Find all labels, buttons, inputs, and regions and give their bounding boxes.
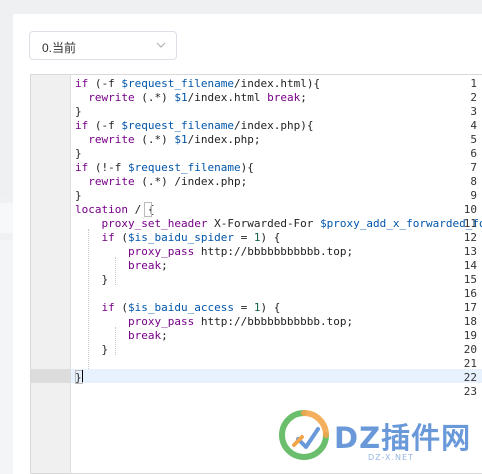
line-number: 7 xyxy=(470,161,477,174)
line-number-gutter xyxy=(31,75,71,473)
line-number: 18 xyxy=(463,315,477,328)
app-root: 0.当前 1 2 3 4 5 6 7 8 9 10 11 12 13 14 15 16 17 18 19 20 21 22… xyxy=(0,0,482,474)
code-line[interactable]: if (!-f $request_filename){ xyxy=(75,161,254,175)
code-line[interactable]: if (-f $request_filename/index.php){ xyxy=(75,119,313,133)
line-number: 14 xyxy=(463,259,477,272)
code-line[interactable]: } xyxy=(75,273,108,287)
line-number: 6 xyxy=(470,147,477,160)
active-line-highlight xyxy=(71,369,482,383)
code-line[interactable]: rewrite (.*) $1/index.php; xyxy=(75,133,260,147)
indent-guide xyxy=(115,327,116,355)
line-number: 13 xyxy=(463,245,477,258)
code-line[interactable]: proxy_set_header X-Forwarded-For $proxy_… xyxy=(75,217,482,231)
code-line[interactable]: } xyxy=(75,343,108,357)
indent-guide xyxy=(88,229,89,369)
line-number: 22 xyxy=(463,371,477,384)
dz-logo-icon xyxy=(279,410,329,460)
indent-guide xyxy=(115,257,116,285)
code-line[interactable]: proxy_pass http://bbbbbbbbbbb.top; xyxy=(75,245,353,259)
line-number: 1 xyxy=(470,77,477,90)
text-cursor xyxy=(82,370,83,382)
code-line[interactable]: location / { xyxy=(75,203,154,217)
line-number: 20 xyxy=(463,343,477,356)
code-line[interactable]: proxy_pass http://bbbbbbbbbbb.top; xyxy=(75,315,353,329)
bracket-match-open xyxy=(144,202,152,217)
line-number: 15 xyxy=(463,273,477,286)
code-line[interactable]: } xyxy=(75,105,82,119)
line-number: 19 xyxy=(463,329,477,342)
code-line[interactable]: rewrite (.*) $1/index.html break; xyxy=(75,91,307,105)
sidebar-segment xyxy=(0,203,13,233)
line-number: 5 xyxy=(470,133,477,146)
version-select-value: 0.当前 xyxy=(42,41,77,55)
line-number: 2 xyxy=(470,91,477,104)
top-strip xyxy=(13,0,482,14)
code-line[interactable]: if ($is_baidu_spider = 1) { xyxy=(75,231,281,245)
dz-plugin-watermark: DZ插件网 DZ-X.NET xyxy=(276,405,476,465)
chevron-down-icon xyxy=(156,42,166,48)
sidebar-segment xyxy=(0,240,13,474)
line-number: 23 xyxy=(463,385,477,398)
active-line-gutter xyxy=(31,369,70,383)
line-number: 16 xyxy=(463,287,477,300)
version-select[interactable]: 0.当前 xyxy=(29,31,177,60)
line-number: 17 xyxy=(463,301,477,314)
code-line[interactable]: } xyxy=(75,189,82,203)
line-number: 12 xyxy=(463,231,477,244)
left-sidebar-strip xyxy=(0,0,13,474)
line-number: 4 xyxy=(470,119,477,132)
line-number: 21 xyxy=(463,357,477,370)
line-number: 3 xyxy=(470,105,477,118)
code-line[interactable]: } xyxy=(75,147,82,161)
code-line[interactable]: if ($is_baidu_access = 1) { xyxy=(75,301,281,315)
watermark-title: DZ插件网 xyxy=(334,421,472,455)
watermark-subtitle: DZ-X.NET xyxy=(368,453,414,462)
line-number: 8 xyxy=(470,175,477,188)
code-line[interactable]: if (-f $request_filename/index.html){ xyxy=(75,77,320,91)
line-number: 10 xyxy=(463,203,477,216)
sidebar-segment xyxy=(0,0,13,197)
code-line[interactable]: rewrite (.*) /index.php; xyxy=(75,175,247,189)
line-number: 9 xyxy=(470,189,477,202)
